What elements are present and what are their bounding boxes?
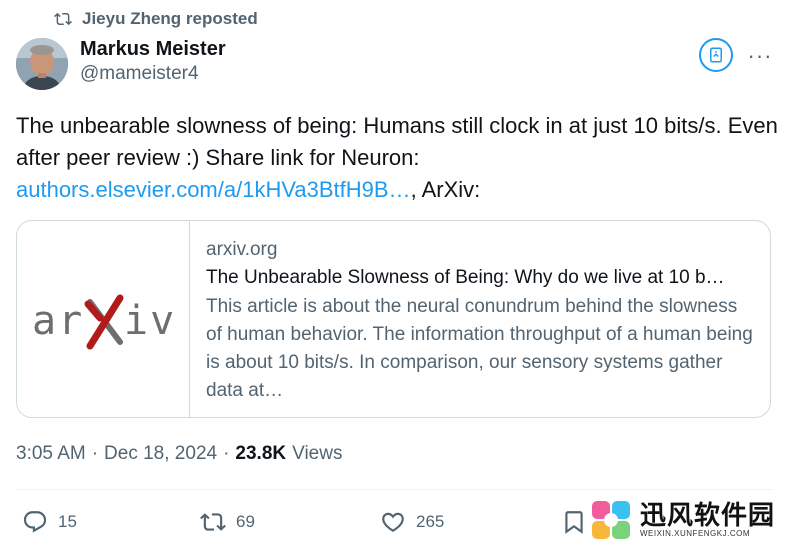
neuron-link[interactable]: authors.elsevier.com/a/1kHVa3BtfH9B… <box>16 177 411 202</box>
reply-count: 15 <box>58 512 77 531</box>
watermark: 迅风软件园 WEIXIN.XUNFENGKJ.COM <box>588 496 784 544</box>
card-body: arxiv.org The Unbearable Slowness of Bei… <box>190 221 770 417</box>
more-button[interactable]: ··· <box>748 44 772 68</box>
tweet-text-part1: The unbearable slowness of being: Humans… <box>16 113 778 170</box>
author-handle[interactable]: @mameister4 <box>80 61 226 87</box>
like-button[interactable]: 265 <box>380 509 444 535</box>
bookmark-icon <box>565 511 583 534</box>
avatar[interactable] <box>16 38 68 90</box>
author-name[interactable]: Markus Meister <box>80 37 226 61</box>
watermark-logo <box>588 497 634 543</box>
meta-separator-2: · <box>223 443 230 464</box>
svg-text:ar: ar <box>32 298 84 344</box>
link-card[interactable]: ar iv arxiv.org The Unbearable Slowness … <box>16 220 771 418</box>
retweet-icon <box>200 513 226 531</box>
card-domain: arxiv.org <box>206 239 278 260</box>
bookmark-button[interactable] <box>561 509 587 535</box>
tweet-text: The unbearable slowness of being: Humans… <box>16 110 786 206</box>
tweet-time[interactable]: 3:05 AM <box>16 443 86 465</box>
reply-icon <box>23 511 47 533</box>
views-label: Views <box>292 443 343 464</box>
card-description: This article is about the neural conundr… <box>206 296 753 401</box>
watermark-sub: WEIXIN.XUNFENGKJ.COM <box>640 529 751 538</box>
meta-separator: · <box>91 443 99 464</box>
grok-button[interactable] <box>699 38 733 72</box>
tweet-meta: 3:05 AM · Dec 18, 2024 · 23.8K Views <box>16 443 342 465</box>
author-block[interactable]: Markus Meister @mameister4 <box>80 37 226 87</box>
repost-indicator[interactable]: Jieyu Zheng reposted <box>54 9 258 29</box>
grok-icon <box>710 47 722 63</box>
tweet-date[interactable]: Dec 18, 2024 <box>104 443 217 465</box>
more-icon: ··· <box>747 43 773 68</box>
card-thumbnail: ar iv <box>17 221 190 417</box>
divider <box>16 489 772 490</box>
heart-icon <box>382 512 404 532</box>
svg-text:iv: iv <box>124 298 176 344</box>
watermark-main: 迅风软件园 <box>640 500 776 530</box>
repost-label: Jieyu Zheng reposted <box>82 9 258 28</box>
like-count: 265 <box>416 512 445 531</box>
tweet-text-part2: , ArXiv: <box>410 177 481 202</box>
retweet-button[interactable]: 69 <box>200 509 255 535</box>
watermark-text: 迅风软件园 WEIXIN.XUNFENGKJ.COM <box>640 501 775 539</box>
reply-button[interactable]: 15 <box>22 509 77 535</box>
views-count: 23.8K <box>235 443 287 464</box>
repost-icon <box>54 12 72 26</box>
arxiv-logo: ar iv <box>32 294 176 350</box>
card-title: The Unbearable Slowness of Being: Why do… <box>206 267 725 288</box>
retweet-count: 69 <box>236 512 255 531</box>
